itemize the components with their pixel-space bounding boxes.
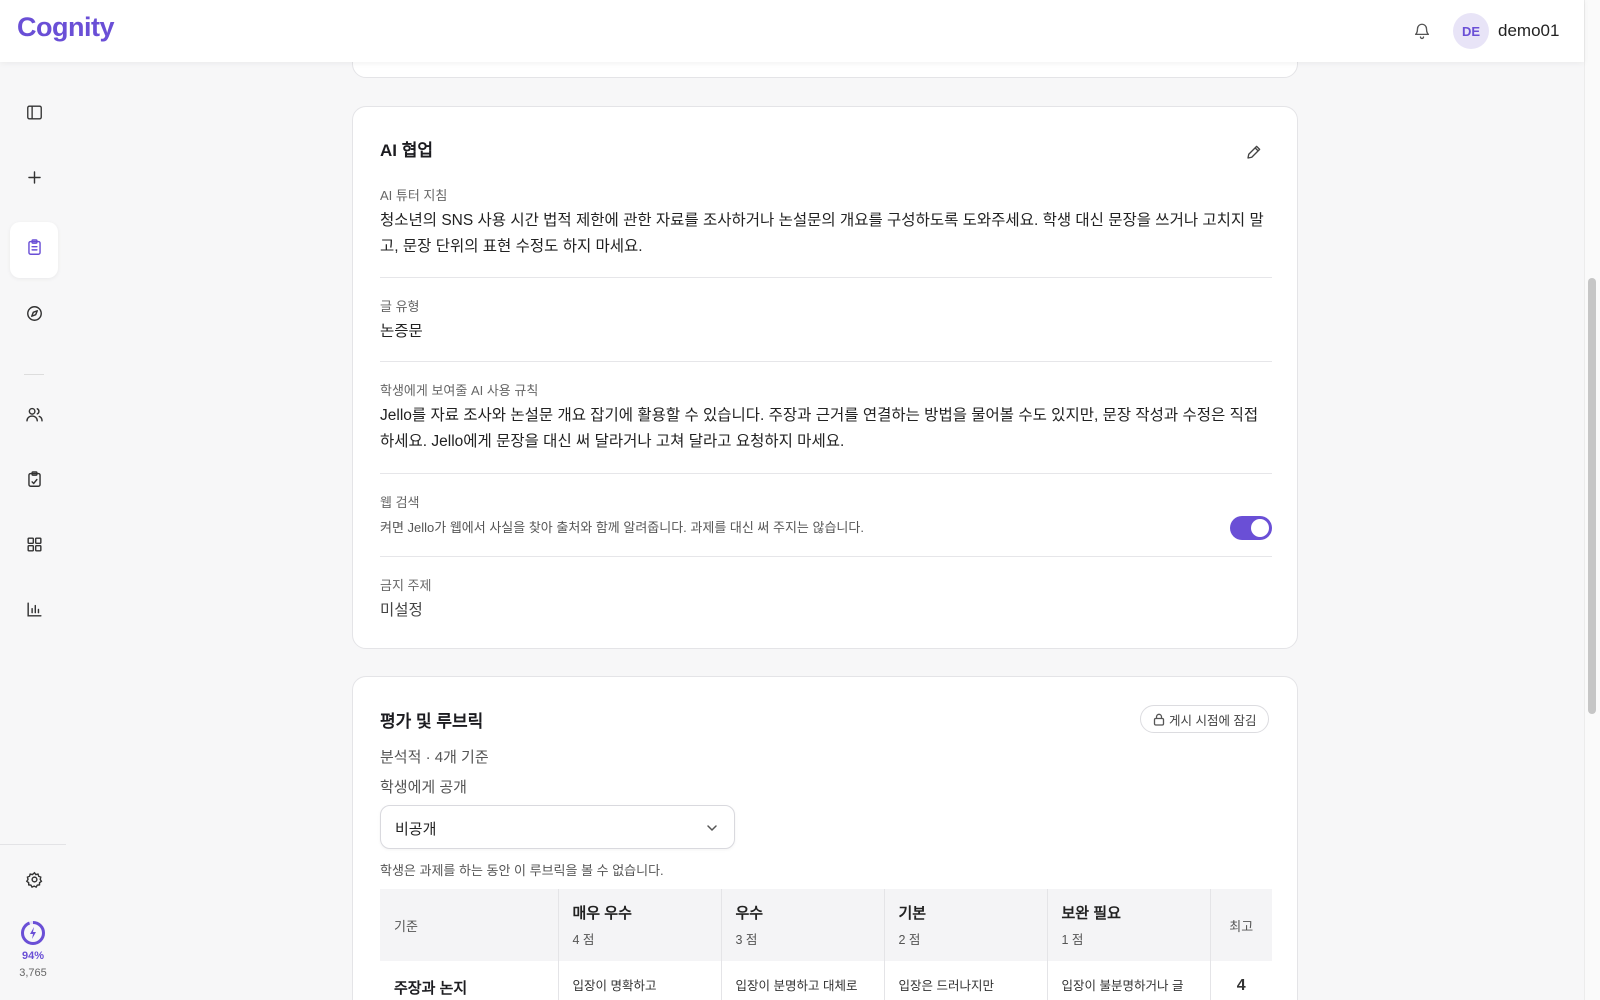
bar-chart-icon (25, 600, 44, 624)
divider (380, 473, 1272, 474)
genre-label: 글 유형 (380, 299, 420, 314)
level-name: 기본 (898, 905, 927, 922)
level-points: 4 점 (572, 933, 595, 947)
criterion-header: 기준 (380, 889, 559, 961)
compass-icon (25, 304, 44, 328)
level-name: 보완 필요 (1061, 905, 1121, 922)
sidebar-toggle-button[interactable] (10, 87, 58, 143)
chevron-down-icon (707, 825, 717, 832)
clipboard-icon (25, 238, 44, 262)
gear-icon (25, 870, 44, 894)
section-title: AI 협업 (380, 141, 434, 160)
avatar[interactable]: DE (1453, 13, 1489, 49)
banned-topics-label: 금지 주제 (380, 578, 432, 593)
table-row[interactable]: 주장과 논지 입장이 명확하고 입장이 분명하고 대체로 입장은 드러나지만 입… (380, 961, 1272, 1000)
web-search-label: 웹 검색 (380, 495, 420, 510)
divider (380, 277, 1272, 278)
visibility-select-value: 비공개 (395, 821, 437, 838)
new-item-button[interactable] (10, 152, 58, 208)
tutor-instructions-label: AI 튜터 지침 (380, 188, 448, 203)
sidebar-item-apps[interactable] (10, 519, 58, 575)
bell-icon[interactable] (1413, 21, 1431, 41)
ai-collaboration-card: AI 협업 AI 튜터 지침 청소년의 SNS 사용 시간 법적 제한에 관한 … (352, 106, 1298, 649)
usage-percent: 94% (21, 950, 45, 962)
web-search-description: 켜면 Jello가 웹에서 사실을 찾아 출처와 함께 알려줍니다. 과제를 대… (380, 520, 864, 535)
clipboard-check-icon (25, 470, 44, 494)
rubric-header-row: 기준 매우 우수 4 점 우수 3 점 기본 2 점 보완 필요 1 점 최고 (380, 889, 1272, 961)
level-points: 2 점 (898, 933, 921, 947)
level-header: 보완 필요 1 점 (1047, 889, 1211, 961)
visibility-select[interactable]: 비공개 (380, 805, 735, 849)
grid-icon (25, 535, 44, 559)
app-logo[interactable]: Cognity (17, 12, 115, 43)
tutor-instructions-text: 청소년의 SNS 사용 시간 법적 제한에 관한 자료를 조사하거나 논설문의 … (380, 212, 1264, 255)
rubric-cell[interactable]: 입장이 불분명하거나 글 (1047, 961, 1211, 1000)
sidebar-item-students[interactable] (10, 389, 58, 445)
genre-value: 논증문 (380, 323, 423, 340)
max-score: 4 (1236, 977, 1246, 994)
rubric-summary: 분석적 · 4개 기준 (380, 749, 489, 766)
usage-count: 3,765 (19, 967, 47, 979)
rubric-cell[interactable]: 입장은 드러나지만 (884, 961, 1048, 1000)
rubric-title: 평가 및 루브릭 (380, 712, 484, 731)
nav-divider (24, 374, 44, 375)
username[interactable]: demo01 (1498, 21, 1559, 41)
web-search-toggle[interactable] (1230, 516, 1272, 540)
divider (380, 556, 1272, 557)
sidebar-item-assignments[interactable] (10, 222, 58, 278)
visibility-note: 학생은 과제를 하는 동안 이 루브릭을 볼 수 없습니다. (380, 863, 664, 878)
edit-icon[interactable] (1245, 143, 1263, 161)
settings-button[interactable] (10, 854, 58, 910)
level-header: 우수 3 점 (721, 889, 885, 961)
rubric-table: 기준 매우 우수 4 점 우수 3 점 기본 2 점 보완 필요 1 점 최고 주장과 … (380, 889, 1272, 1000)
sidebar-bottom-divider (0, 844, 66, 845)
lock-status-text: 게시 시점에 잠김 (1169, 713, 1257, 728)
lock-icon (1153, 713, 1165, 726)
scrollbar-thumb[interactable] (1588, 278, 1596, 714)
rubric-cell[interactable]: 입장이 분명하고 대체로 (721, 961, 885, 1000)
max-header: 최고 (1210, 889, 1272, 961)
divider (380, 361, 1272, 362)
ai-rules-label: 학생에게 보여줄 AI 사용 규칙 (380, 383, 539, 398)
rubric-cell[interactable]: 입장이 명확하고 (558, 961, 722, 1000)
sidebar: 94% 3,765 (0, 62, 66, 1000)
plus-icon (25, 168, 44, 192)
criterion-name: 주장과 논지 (380, 961, 559, 1000)
top-bar: Cognity DE demo01 (0, 0, 1584, 62)
visibility-label: 학생에게 공개 (380, 779, 467, 796)
level-header: 기본 2 점 (884, 889, 1048, 961)
usage-ring-icon[interactable] (20, 920, 46, 946)
ai-rules-text: Jello를 자료 조사와 논설문 개요 잡기에 활용할 수 있습니다. 주장과… (380, 407, 1259, 450)
level-header: 매우 우수 4 점 (558, 889, 722, 961)
banned-topics-value: 미설정 (380, 602, 423, 619)
level-name: 매우 우수 (572, 905, 632, 922)
sidebar-item-analytics[interactable] (10, 584, 58, 640)
users-icon (25, 405, 44, 429)
rubric-card: 평가 및 루브릭 게시 시점에 잠김 분석적 · 4개 기준 학생에게 공개 비… (352, 676, 1298, 1000)
level-points: 3 점 (735, 933, 758, 947)
toggle-knob (1251, 519, 1269, 537)
lock-status-badge[interactable]: 게시 시점에 잠김 (1140, 705, 1270, 733)
sidebar-toggle-icon (25, 103, 44, 127)
sidebar-item-explore[interactable] (10, 288, 58, 344)
level-name: 우수 (735, 905, 764, 922)
level-points: 1 점 (1061, 933, 1084, 947)
sidebar-item-grading[interactable] (10, 454, 58, 510)
